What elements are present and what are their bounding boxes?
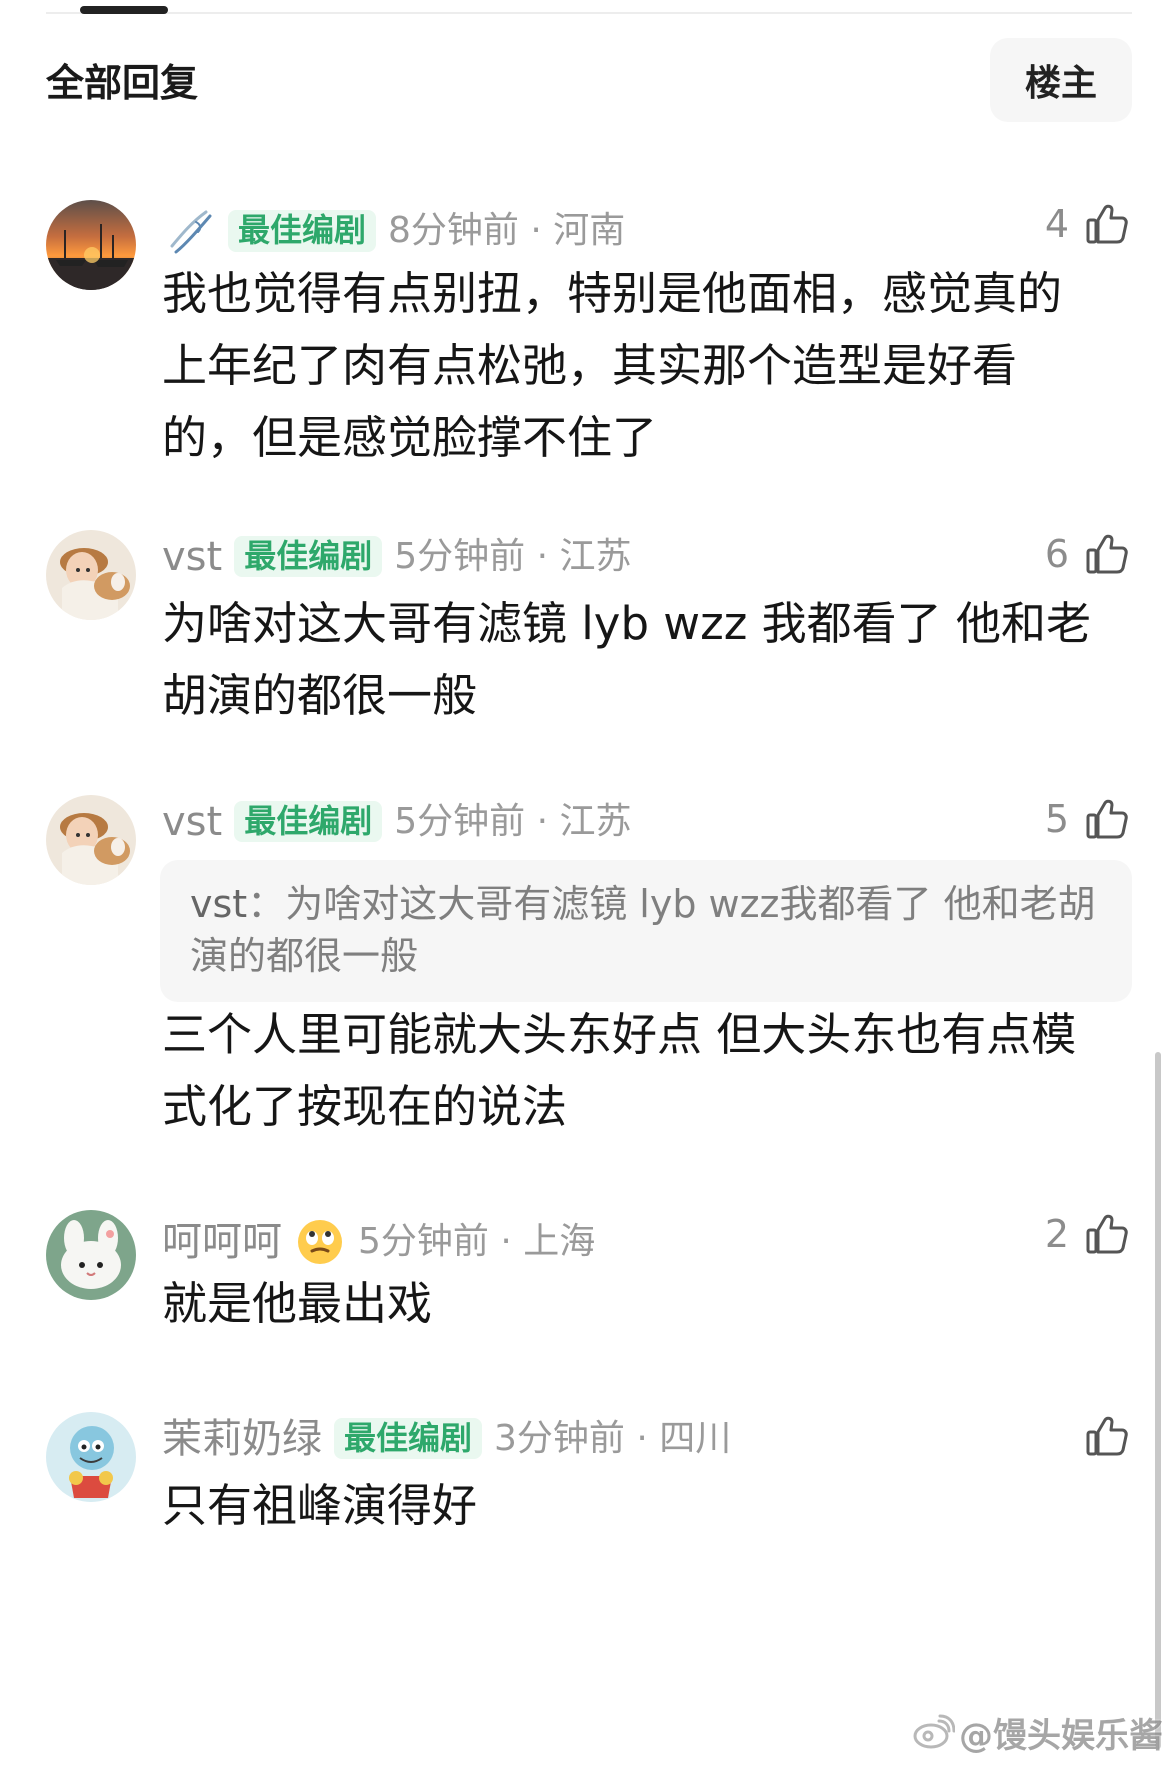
thumbs-up-icon (1083, 200, 1131, 248)
sunset-boat-avatar-icon (46, 200, 136, 290)
best-screenwriter-badge: 最佳编剧 (334, 1418, 483, 1460)
needle-thread-icon (162, 204, 216, 258)
like-button[interactable]: 2 (1045, 1210, 1131, 1258)
username[interactable]: vst (162, 537, 222, 577)
comment-item: vst 最佳编剧 5分钟前 · 江苏 5 vst：为啥对这大哥有滤镜 lyb w… (0, 795, 1169, 1185)
drag-handle[interactable] (80, 6, 168, 14)
like-count: 2 (1044, 1212, 1069, 1256)
comment-time-location: 8分钟前 · 河南 (388, 210, 626, 251)
thumbs-up-icon (1083, 530, 1131, 578)
best-screenwriter-badge: 最佳编剧 (234, 801, 383, 843)
comment-meta: 呵呵呵 5分钟前 · 上海 (162, 1216, 595, 1268)
child-dog-avatar-icon (46, 530, 136, 620)
like-count: 4 (1044, 202, 1069, 246)
avatar[interactable] (46, 1210, 136, 1300)
comment-time-location: 5分钟前 · 江苏 (394, 800, 632, 842)
comment-meta: 茉莉奶绿 最佳编剧 3分钟前 · 四川 (162, 1417, 732, 1460)
quoted-username[interactable]: vst (190, 882, 247, 926)
rolling-eyes-emoji-icon (294, 1216, 346, 1268)
comment-text: 为啥对这大哥有滤镜 lyb wzz 我都看了 他和老胡演的都很一般 (162, 597, 1091, 722)
comments-page: 全部回复 楼主 最佳编剧 8分钟前 · 河南 4 我也觉得有点别扭，特别是他面相… (0, 0, 1169, 1769)
comment-time-location: 3分钟前 · 四川 (494, 1417, 732, 1459)
vertical-scrollbar[interactable] (1155, 1052, 1161, 1749)
top-divider (46, 12, 1132, 14)
weibo-icon (911, 1711, 955, 1755)
avatar[interactable] (46, 1412, 136, 1502)
avatar[interactable] (46, 795, 136, 885)
thumbs-up-icon (1083, 1412, 1131, 1460)
like-button[interactable]: 6 (1045, 530, 1131, 578)
username[interactable]: 呵呵呵 (162, 1222, 282, 1262)
comment-meta: 最佳编剧 8分钟前 · 河南 (162, 204, 625, 258)
comment-item: 呵呵呵 5分钟前 · 上海 2 就是他最出戏 (0, 1210, 1169, 1360)
weibo-watermark: @馒头娱乐酱 (911, 1708, 1163, 1757)
quoted-reply[interactable]: vst：为啥对这大哥有滤镜 lyb wzz我都看了 他和老胡演的都很一般 (160, 860, 1132, 1002)
like-button[interactable] (1069, 1412, 1131, 1460)
comment-item: 最佳编剧 8分钟前 · 河南 4 我也觉得有点别扭，特别是他面相，感觉真的上年纪… (0, 200, 1169, 490)
avatar[interactable] (46, 200, 136, 290)
quoted-text: 为啥对这大哥有滤镜 lyb wzz我都看了 他和老胡演的都很一般 (190, 882, 1096, 978)
comment-text: 三个人里可能就大头东好点 但大头东也有点模式化了按现在的说法 (162, 1008, 1077, 1133)
username[interactable]: 茉莉奶绿 (162, 1419, 322, 1459)
thumbs-up-icon (1083, 1210, 1131, 1258)
avatar[interactable] (46, 530, 136, 620)
comment-time-location: 5分钟前 · 江苏 (394, 535, 632, 577)
comment-item: 茉莉奶绿 最佳编剧 3分钟前 · 四川 只有祖峰演得好 (0, 1412, 1169, 1562)
username[interactable]: vst (162, 802, 222, 842)
comment-text: 就是他最出戏 (162, 1277, 433, 1330)
like-button[interactable]: 5 (1045, 795, 1131, 843)
cartoon-character-avatar-icon (46, 1412, 136, 1502)
page-title: 全部回复 (46, 61, 199, 105)
comment-text: 我也觉得有点别扭，特别是他面相，感觉真的上年纪了肉有点松弛，其实那个造型是好看的… (162, 267, 1063, 464)
quote-separator: ： (247, 882, 286, 926)
like-count: 5 (1044, 797, 1069, 841)
child-dog-avatar-icon (46, 795, 136, 885)
like-button[interactable]: 4 (1045, 200, 1131, 248)
comment-meta: vst 最佳编剧 5分钟前 · 江苏 (162, 800, 632, 843)
best-screenwriter-badge: 最佳编剧 (234, 536, 383, 578)
comment-meta: vst 最佳编剧 5分钟前 · 江苏 (162, 535, 632, 578)
watermark-text: @馒头娱乐酱 (959, 1716, 1163, 1756)
best-screenwriter-badge: 最佳编剧 (228, 210, 377, 252)
plush-bunny-avatar-icon (46, 1210, 136, 1300)
like-count: 6 (1044, 532, 1069, 576)
comment-time-location: 5分钟前 · 上海 (358, 1221, 596, 1262)
thumbs-up-icon (1083, 795, 1131, 843)
comment-item: vst 最佳编剧 5分钟前 · 江苏 6 为啥对这大哥有滤镜 lyb wzz 我… (0, 530, 1169, 740)
comment-text: 只有祖峰演得好 (162, 1479, 478, 1532)
owner-filter-button[interactable]: 楼主 (990, 38, 1132, 122)
